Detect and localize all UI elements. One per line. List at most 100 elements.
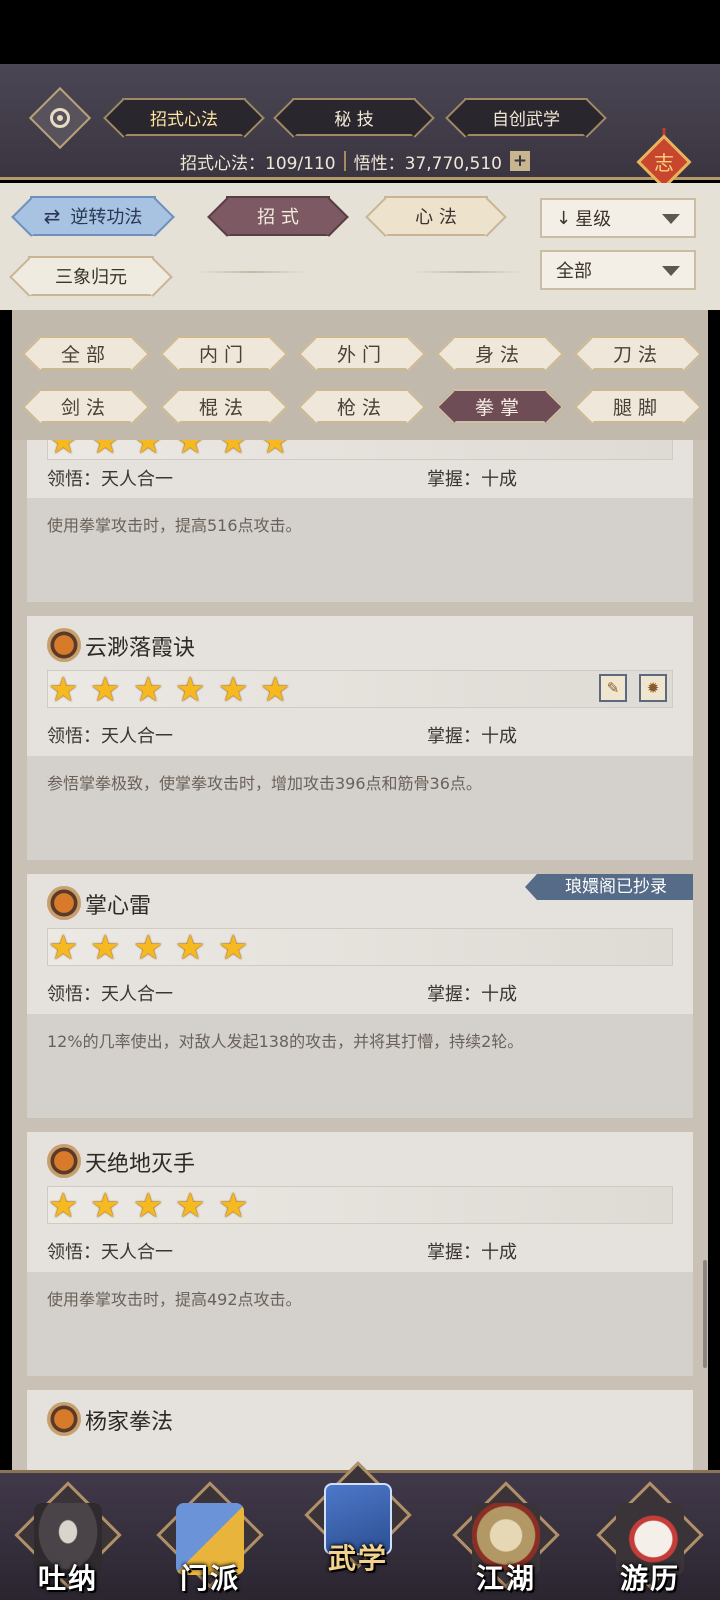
sort-dropdown[interactable]: ↓ 星级	[540, 198, 696, 238]
mastery-text: 掌握：十成	[427, 726, 517, 747]
star-icon: ★	[133, 670, 164, 710]
nav-martial-arts[interactable]: 武学	[302, 1461, 414, 1579]
skill-card[interactable]: 杨家拳法	[27, 1390, 693, 1470]
list-scrollbar[interactable]	[703, 1260, 707, 1368]
category-label: 腿脚	[612, 396, 663, 419]
skill-description: 使用拳掌攻击时，提高492点攻击。	[27, 1272, 693, 1376]
scroll-icon[interactable]: ✎	[599, 674, 627, 702]
star-rating: ★ ★ ★ ★ ★	[47, 1186, 673, 1224]
star-rating: ★ ★ ★ ★ ★	[47, 928, 673, 966]
fist-skill-icon	[47, 628, 81, 662]
range-dropdown[interactable]: 全部	[540, 250, 696, 290]
chevron-down-icon	[662, 266, 680, 276]
star-icon: ★	[218, 670, 249, 710]
tab-label: 招式心法	[150, 109, 218, 130]
copied-tag: 琅嬛阁已抄录	[525, 874, 693, 900]
tab-moves-methods[interactable]: 招式心法	[122, 98, 246, 136]
tab-label: 自创武学	[492, 109, 560, 130]
eye-icon	[50, 108, 70, 128]
fist-skill-icon	[47, 886, 81, 920]
star-icon: ★	[175, 1186, 206, 1226]
sanxiang-button[interactable]: 三象归元	[28, 256, 154, 296]
star-icon: ★	[90, 1186, 121, 1226]
skill-card[interactable]: ★ ★ ★ ★ ★ ★ 领悟：天人合一 掌握：十成 使用拳掌攻击时，提高516点…	[27, 440, 693, 602]
category-blade[interactable]: 刀法	[590, 336, 686, 370]
nav-label: 吐纳	[37, 1562, 98, 1595]
category-label: 外门	[336, 343, 387, 366]
category-movement[interactable]: 身法	[452, 336, 548, 370]
fist-skill-icon	[47, 1144, 81, 1178]
star-icon: ★	[90, 928, 121, 968]
skill-name: 掌心雷	[85, 894, 152, 919]
star-icon: ★	[48, 440, 79, 462]
category-all[interactable]: 全部	[38, 336, 134, 370]
sort-arrow-icon: ↓	[556, 207, 572, 229]
star-icon: ★	[218, 440, 249, 462]
skill-name: 云渺落霞诀	[85, 636, 196, 661]
category-fist-palm[interactable]: 拳掌	[452, 389, 548, 423]
tab-methods-label: 心 法	[415, 207, 457, 228]
tab-moves-label: 招 式	[257, 207, 299, 228]
star-icon: ★	[133, 1186, 164, 1226]
tab-self-created[interactable]: 自创武学	[464, 98, 588, 136]
category-label: 枪法	[336, 396, 387, 419]
category-label: 棍法	[198, 396, 249, 419]
tab-methods[interactable]: 心 法	[384, 196, 488, 236]
skill-card[interactable]: 天绝地灭手 ★ ★ ★ ★ ★ 领悟：天人合一 掌握：十成 使用拳掌攻击时，提高…	[27, 1132, 693, 1376]
star-icon: ★	[133, 440, 164, 462]
reverse-method-label: 逆转功法	[70, 207, 143, 228]
category-sword[interactable]: 剑法	[38, 389, 134, 423]
mastery-text: 掌握：十成	[427, 984, 517, 1005]
nav-jianghu[interactable]: 江湖	[450, 1481, 562, 1599]
category-spear[interactable]: 枪法	[314, 389, 410, 423]
top-header: 招式心法 秘 技 自创武学 招式心法：109/110 悟性：37,770,510…	[0, 64, 720, 229]
view-toggle-button[interactable]	[28, 86, 92, 150]
category-label: 全部	[60, 343, 111, 366]
comprehension-text: 领悟：天人合一	[47, 1242, 173, 1263]
reverse-method-button[interactable]: ⇄ 逆转功法	[30, 196, 156, 236]
stats-line: 招式心法：109/110 悟性：37,770,510 +	[180, 148, 530, 174]
skill-card[interactable]: 琅嬛阁已抄录 掌心雷 ★ ★ ★ ★ ★ 领悟：天人合一 掌握：十成 12%的几…	[27, 874, 693, 1118]
category-label: 刀法	[612, 343, 663, 366]
chevron-down-icon	[662, 214, 680, 224]
tab-label: 秘 技	[334, 109, 374, 130]
skill-description: 使用拳掌攻击时，提高516点攻击。	[27, 498, 693, 602]
nav-sect[interactable]: 门派	[154, 1481, 266, 1599]
range-dropdown-value: 全部	[556, 261, 592, 282]
skill-description: 参悟掌拳极致，使掌拳攻击时，增加攻击396点和筋骨36点。	[27, 756, 693, 860]
sanxiang-label: 三象归元	[55, 267, 127, 288]
tab-moves[interactable]: 招 式	[226, 196, 330, 236]
stats-separator	[343, 151, 346, 171]
mastery-text: 掌握：十成	[427, 1242, 517, 1263]
category-inner[interactable]: 内门	[176, 336, 272, 370]
star-icon: ★	[90, 440, 121, 462]
dragon-icon[interactable]: ✹	[639, 674, 667, 702]
ornament-char: 志	[654, 151, 674, 175]
star-rating: ★ ★ ★ ★ ★ ★	[47, 440, 673, 460]
category-label: 拳掌	[474, 396, 525, 419]
star-icon: ★	[175, 670, 206, 710]
star-icon: ★	[175, 928, 206, 968]
comprehension-text: 领悟：天人合一	[47, 984, 173, 1005]
star-icon: ★	[48, 928, 79, 968]
nav-breathing[interactable]: 吐纳	[12, 1481, 124, 1599]
skill-name: 天绝地灭手	[85, 1152, 196, 1177]
add-insight-button[interactable]: +	[509, 151, 530, 171]
mastery-text: 掌握：十成	[427, 469, 517, 490]
nav-label: 游历	[619, 1562, 680, 1595]
comprehension-text: 领悟：天人合一	[47, 469, 173, 490]
nav-travel[interactable]: 游历	[594, 1481, 706, 1599]
skill-card[interactable]: 云渺落霞诀 ★ ★ ★ ★ ★ ★ ✎ ✹ 领悟：天人合一 掌握：十成 参悟掌拳…	[27, 616, 693, 860]
skill-name: 杨家拳法	[85, 1410, 174, 1435]
comprehension-text: 领悟：天人合一	[47, 726, 173, 747]
tab-secret-skills[interactable]: 秘 技	[292, 98, 416, 136]
star-icon: ★	[218, 1186, 249, 1226]
divider-ornament-right	[412, 271, 524, 273]
insight-value: 悟性：37,770,510	[353, 153, 502, 174]
star-icon: ★	[260, 670, 291, 710]
nav-label: 武学	[327, 1542, 388, 1575]
skill-list[interactable]: ★ ★ ★ ★ ★ ★ 领悟：天人合一 掌握：十成 使用拳掌攻击时，提高516点…	[12, 440, 708, 1470]
category-staff[interactable]: 棍法	[176, 389, 272, 423]
category-outer[interactable]: 外门	[314, 336, 410, 370]
category-leg[interactable]: 腿脚	[590, 389, 686, 423]
